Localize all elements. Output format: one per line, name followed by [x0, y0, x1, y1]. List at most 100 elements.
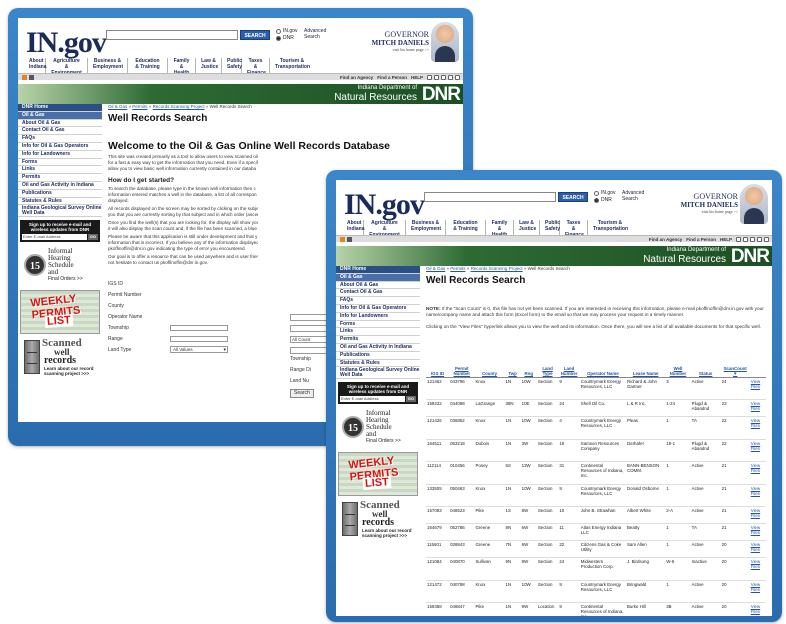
sidebar-item-operators[interactable]: Info for Oil & Gas Operators [18, 142, 102, 151]
sidebar-item-faqs[interactable]: FAQs [18, 135, 102, 143]
ingov-logo[interactable]: IN.gov [344, 188, 425, 222]
view-files-link[interactable]: View Files [749, 377, 766, 401]
view-files-link[interactable]: View Files [749, 557, 766, 581]
governor-link[interactable]: GOVERNOR MITCH DANIELS visit his home pa… [372, 30, 429, 52]
sidebar-item-landowners[interactable]: Info for Landowners [336, 312, 420, 321]
advanced-search-link[interactable]: Advanced Search [304, 28, 330, 40]
column-header[interactable]: Status [690, 364, 721, 378]
email-icon[interactable] [427, 75, 432, 80]
email-go-button[interactable]: GO [405, 396, 416, 403]
link-icon[interactable] [743, 237, 748, 242]
view-files-link[interactable]: View Files [749, 506, 766, 525]
column-header[interactable]: Land Type [536, 364, 559, 378]
contact-email-link[interactable]: not hesitate to contact us pkoffinoffin@… [108, 260, 258, 266]
dnr-logo[interactable]: DNR [422, 84, 461, 106]
governor-link[interactable]: GOVERNOR MITCH DANIELS visit his home pa… [681, 192, 738, 214]
sidebar-item-links[interactable]: Links [336, 328, 420, 337]
breadcrumb-scanning[interactable]: Records Scanning Project [471, 266, 523, 271]
column-header[interactable]: Permit Number [449, 364, 475, 378]
column-header[interactable]: County [474, 364, 505, 378]
column-header[interactable]: Twp [504, 364, 521, 378]
share-icon[interactable] [750, 237, 755, 242]
column-header[interactable]: Operator Name [579, 364, 626, 378]
sidebar-item-publications[interactable]: Publications [18, 189, 102, 198]
permit-number-input[interactable] [290, 325, 330, 332]
sidebar-item-permits[interactable]: Permits [18, 174, 102, 182]
mobile-icon[interactable] [347, 237, 352, 242]
sidebar-item-forms[interactable]: Forms [18, 158, 102, 167]
view-files-link[interactable]: View Files [749, 602, 766, 616]
sidebar-item-oil-gas[interactable]: Oil & Gas [336, 273, 420, 282]
breadcrumb-scanning[interactable]: Records Scanning Project [153, 104, 205, 109]
email-input[interactable]: Enter E-mail Address [340, 396, 405, 403]
sidebar-item-landowners[interactable]: Info for Landowners [18, 150, 102, 159]
radio-ingov[interactable] [276, 29, 281, 34]
search-submit-button[interactable]: Search [290, 389, 314, 398]
info-icon[interactable] [455, 75, 460, 80]
igs-id-input[interactable] [290, 314, 330, 321]
email-go-button[interactable]: GO [87, 234, 98, 241]
dnr-logo[interactable]: DNR [731, 246, 770, 268]
radio-ingov[interactable] [594, 191, 599, 196]
find-person-link[interactable]: Find a Person [377, 75, 407, 80]
sidebar-item-contact[interactable]: Contact Oil & Gas [18, 127, 102, 136]
find-person-link[interactable]: Find a Person [686, 237, 716, 242]
land-type-select[interactable]: All Values [170, 346, 228, 353]
view-files-link[interactable]: View Files [749, 439, 766, 463]
share-icon[interactable] [441, 75, 446, 80]
mobile-icon[interactable] [29, 75, 34, 80]
sidebar-item-forms[interactable]: Forms [336, 320, 420, 329]
contact-email-link[interactable]: pkoffinoffin@dnr.in.gov indicating the t… [108, 246, 258, 252]
column-header[interactable]: IGS ID [426, 364, 450, 378]
view-files-link[interactable]: View Files [749, 484, 766, 508]
sidebar-item-geological[interactable]: Indiana Geological Survey Online Well Da… [18, 205, 102, 218]
view-files-link[interactable]: View Files [749, 399, 766, 418]
sidebar-item-activity[interactable]: Oil and Gas Activity in Indiana [336, 343, 420, 352]
sidebar-item-oil-gas[interactable]: Oil & Gas [18, 111, 102, 120]
view-files-link[interactable]: View Files [749, 461, 766, 485]
advanced-search-link[interactable]: Advanced Search [622, 190, 648, 202]
view-files-link[interactable]: View Files [749, 416, 766, 440]
help-link[interactable]: HELP [720, 237, 732, 242]
range-input[interactable] [170, 335, 228, 342]
breadcrumb-oil-gas[interactable]: Oil & Gas [108, 104, 127, 109]
column-header[interactable]: Land Number [558, 364, 580, 378]
sidebar-item-contact[interactable]: Contact Oil & Gas [336, 289, 420, 298]
info-icon[interactable] [764, 237, 769, 242]
search-input[interactable] [424, 192, 556, 202]
sidebar-item-faqs[interactable]: FAQs [336, 297, 420, 305]
sidebar-item-activity[interactable]: Oil and Gas Activity in Indiana [18, 181, 102, 190]
email-input[interactable]: Enter E-mail Address [22, 234, 87, 241]
column-header[interactable]: Well Number [665, 364, 691, 378]
scanned-records-promo[interactable]: Scanned well records Learn about our rec… [20, 338, 100, 378]
governor-portrait[interactable] [431, 22, 459, 62]
ingov-logo[interactable]: IN.gov [26, 26, 107, 60]
email-icon[interactable] [736, 237, 741, 242]
sidebar-item-geological[interactable]: Indiana Geological Survey Online Well Da… [336, 367, 420, 380]
hearing-schedule-promo[interactable]: 15 Informal Hearing Schedule and Final Orde… [20, 246, 100, 286]
sidebar-item-operators[interactable]: Info for Oil & Gas Operators [336, 304, 420, 313]
search-button[interactable]: SEARCH [558, 192, 588, 202]
search-input[interactable] [106, 30, 238, 40]
view-files-link[interactable]: View Files [749, 580, 766, 604]
weekly-permits-promo[interactable]: WEEKLY PERMITS LIST [20, 290, 100, 335]
print-icon[interactable] [757, 237, 762, 242]
breadcrumb-permits[interactable]: Permits [450, 266, 465, 271]
weekly-permits-promo[interactable]: WEEKLY PERMITS LIST [338, 452, 418, 497]
operator-name-input[interactable] [290, 347, 330, 354]
print-icon[interactable] [448, 75, 453, 80]
column-header[interactable]: Rng [520, 364, 537, 378]
county-select[interactable]: All Count [290, 336, 330, 343]
sidebar-item-links[interactable]: Links [18, 166, 102, 175]
sidebar-item-about[interactable]: About Oil & Gas [18, 119, 102, 128]
hearing-schedule-promo[interactable]: 15 Informal Hearing Schedule and Final Orde… [338, 408, 418, 448]
view-files-link[interactable]: View Files [749, 523, 766, 542]
sidebar-item-about[interactable]: About Oil & Gas [336, 281, 420, 290]
link-icon[interactable] [434, 75, 439, 80]
sidebar-item-dnr-home[interactable]: DNR Home [336, 266, 420, 274]
column-header[interactable]: ScanCount ▼ [720, 364, 750, 378]
find-agency-link[interactable]: Find an Agency [649, 237, 682, 242]
township-input[interactable] [170, 324, 228, 331]
rss-icon[interactable] [340, 237, 345, 242]
sidebar-item-dnr-home[interactable]: DNR Home [18, 104, 102, 112]
